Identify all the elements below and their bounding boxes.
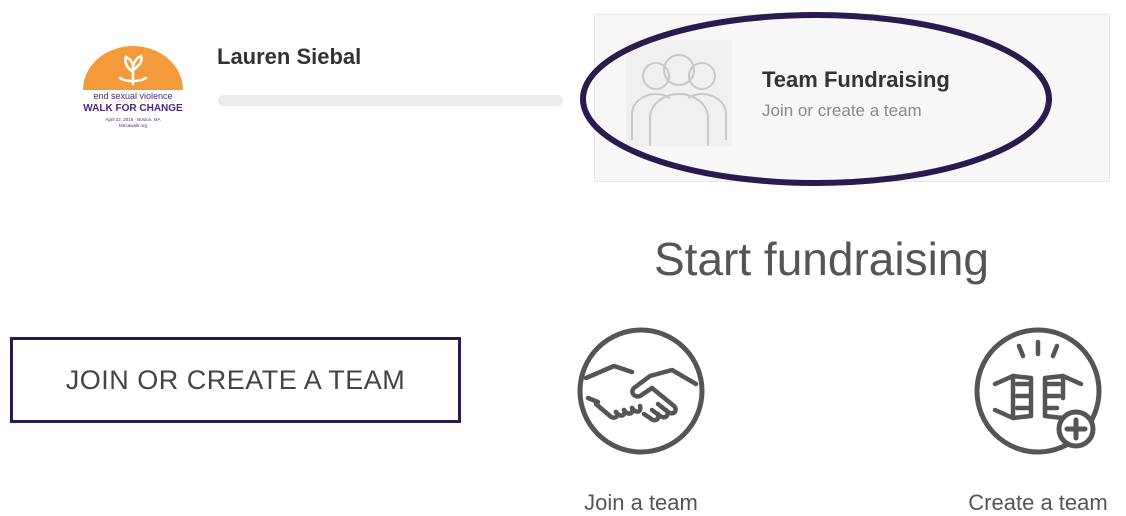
logo-text-date: April 22, 2018 · Boston, MA	[105, 117, 160, 122]
event-logo-graphic: end sexual violence WALK FOR CHANGE Apri…	[83, 46, 183, 128]
participant-name: Lauren Siebal	[217, 44, 362, 69]
fundraising-progress-bar	[218, 95, 563, 106]
join-team-label[interactable]: Join a team	[548, 490, 734, 516]
logo-text-url: barcawalk.org	[119, 123, 148, 128]
team-card-title[interactable]: Team Fundraising	[762, 67, 950, 93]
handshake-icon	[577, 327, 705, 455]
join-team-option[interactable]: Join a team	[548, 326, 734, 516]
logo-text-tagline: end sexual violence	[93, 91, 172, 101]
create-team-label[interactable]: Create a team	[950, 490, 1126, 516]
create-team-option[interactable]: Create a team	[950, 326, 1126, 516]
team-silhouette-icon	[626, 40, 732, 146]
event-logo: end sexual violence WALK FOR CHANGE Apri…	[80, 44, 186, 144]
team-card-subtitle: Join or create a team	[762, 101, 922, 120]
join-or-create-team-button[interactable]: JOIN OR CREATE A TEAM	[10, 337, 461, 423]
fist-bump-plus-icon	[974, 327, 1102, 455]
logo-text-title: WALK FOR CHANGE	[83, 103, 183, 114]
start-fundraising-heading: Start fundraising	[654, 233, 989, 285]
